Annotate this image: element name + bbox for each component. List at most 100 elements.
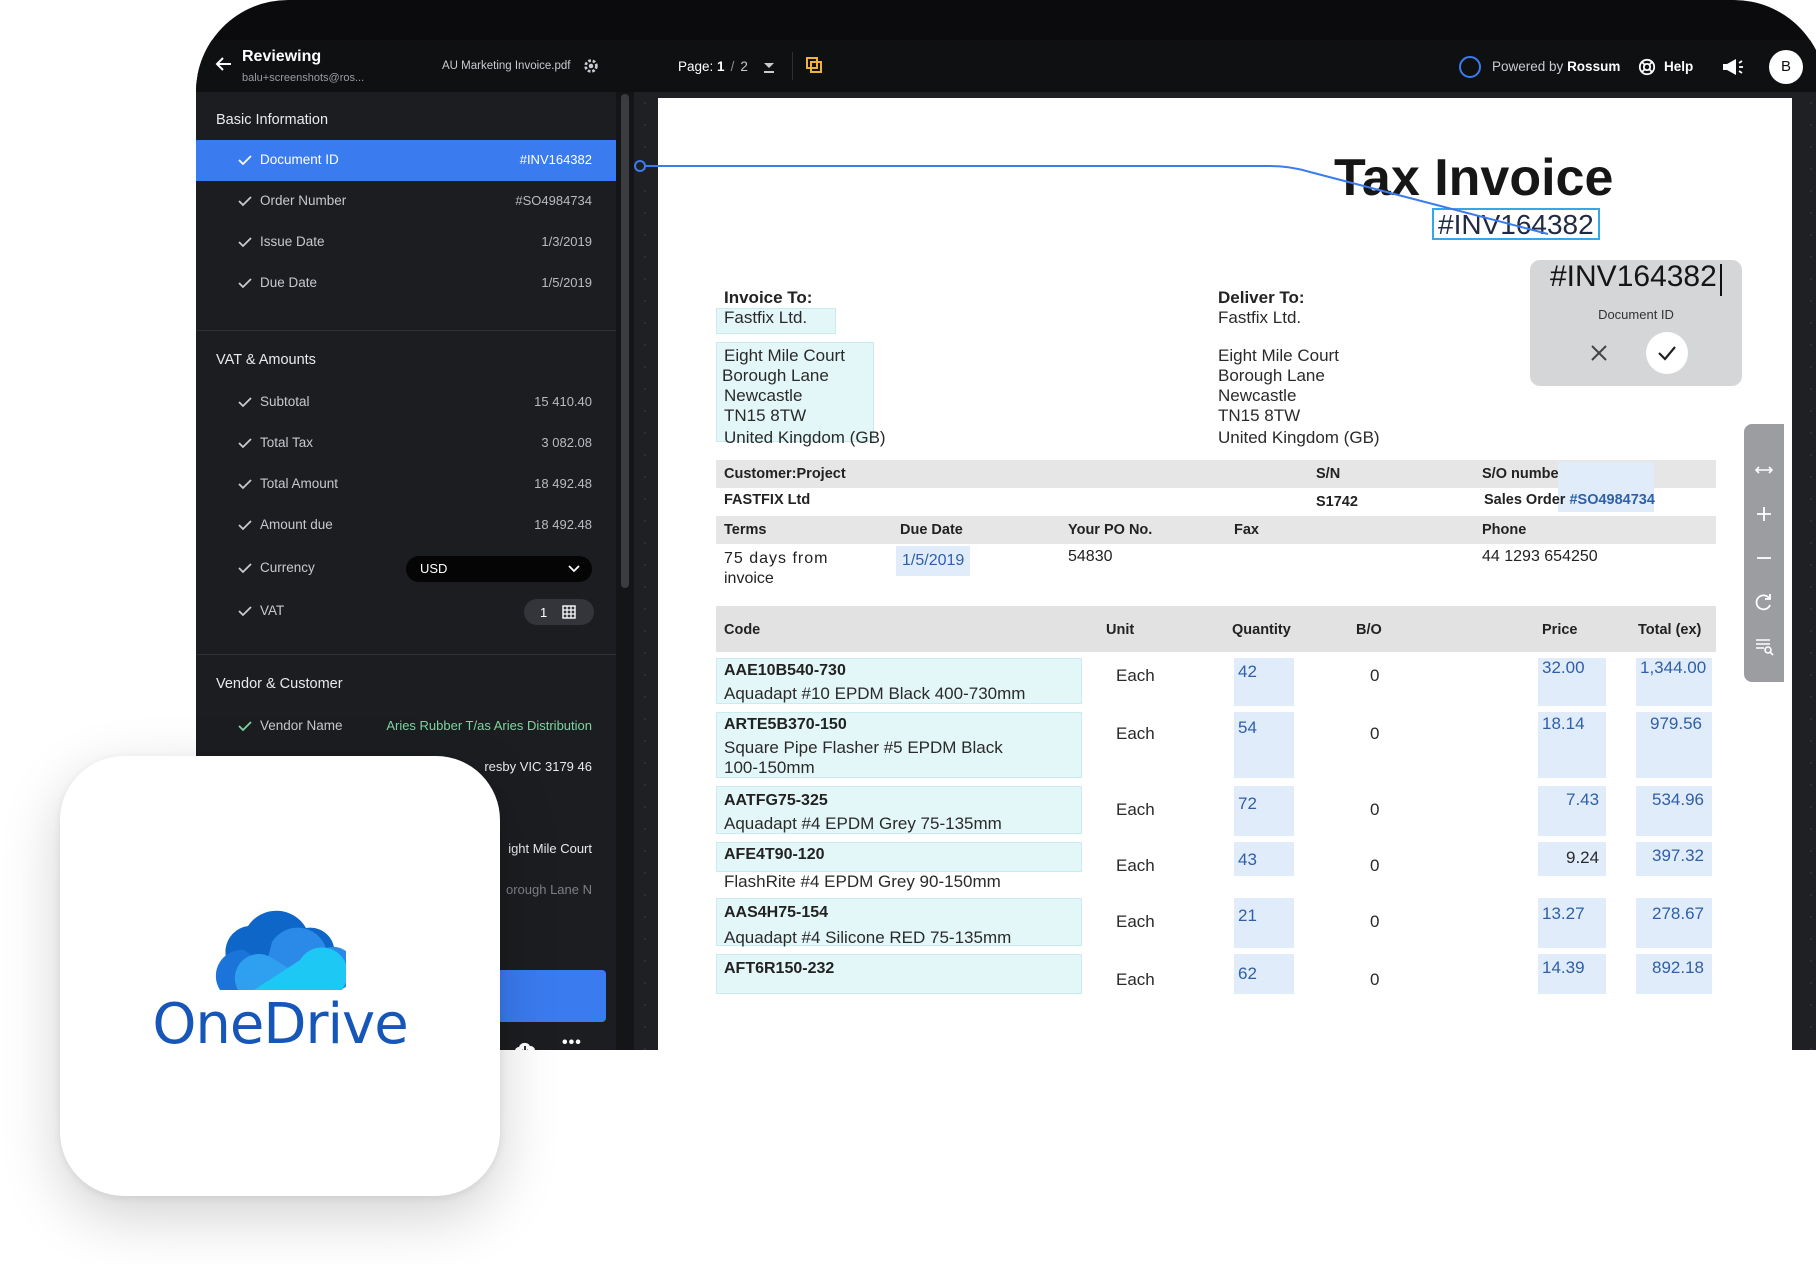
copy-icon[interactable]: [804, 55, 824, 75]
terms-value-line2: invoice: [724, 570, 774, 587]
item-price[interactable]: 13.27: [1542, 904, 1585, 924]
page-down-icon[interactable]: [762, 60, 776, 74]
field-document-id[interactable]: Document ID #INV164382: [196, 140, 616, 181]
item-desc-line2[interactable]: 100-150mm: [724, 758, 815, 778]
item-total[interactable]: 1,344.00: [1640, 658, 1706, 678]
invoice-to-line[interactable]: United Kingdom (GB): [724, 428, 886, 448]
item-price[interactable]: 32.00: [1542, 658, 1585, 678]
check-icon: [1658, 346, 1676, 361]
po-label: Your PO No.: [1068, 522, 1153, 538]
check-icon: [238, 520, 252, 531]
invoice-to-line[interactable]: TN15 8TW: [724, 406, 806, 426]
item-total[interactable]: 534.96: [1652, 790, 1704, 810]
popup-value-input[interactable]: #INV164382: [1550, 260, 1717, 294]
item-qty[interactable]: 54: [1238, 718, 1257, 738]
invoice-to-label: Invoice To:: [724, 288, 813, 307]
section-basic-information: Basic Information: [216, 112, 329, 128]
rotate-icon[interactable]: [1754, 592, 1774, 612]
field-due-date[interactable]: Due Date 1/5/2019: [196, 263, 616, 304]
item-code[interactable]: AFE4T90-120: [724, 846, 825, 864]
item-price[interactable]: 14.39: [1542, 958, 1585, 978]
item-total[interactable]: 278.67: [1652, 904, 1704, 924]
item-desc[interactable]: FlashRite #4 EPDM Grey 90-150mm: [724, 872, 1001, 892]
invoice-to-line[interactable]: Borough Lane: [722, 366, 829, 386]
field-edit-popup: #INV164382 Document ID: [1530, 260, 1742, 386]
search-text-icon[interactable]: [1754, 636, 1774, 656]
confirm-button[interactable]: [486, 970, 606, 1022]
field-vendor-name[interactable]: Vendor Name Aries Rubber T/as Aries Dist…: [196, 706, 616, 747]
deliver-to-line: Fastfix Ltd.: [1218, 308, 1302, 327]
section-divider: [196, 654, 616, 655]
check-icon: [238, 721, 252, 732]
powered-by: Powered by Rossum: [1492, 59, 1621, 74]
onedrive-logo-text: OneDrive: [152, 992, 408, 1057]
more-options-icon[interactable]: •••: [562, 1034, 582, 1050]
field-order-number[interactable]: Order Number #SO4984734: [196, 181, 616, 222]
field-subtotal[interactable]: Subtotal 15 410.40: [196, 382, 616, 423]
confirm-value-button[interactable]: [1646, 332, 1688, 374]
gear-icon[interactable]: [582, 57, 600, 75]
item-price[interactable]: 18.14: [1542, 714, 1585, 734]
viewer-tools: [1744, 424, 1784, 682]
section-vat-amounts: VAT & Amounts: [216, 352, 316, 368]
field-total-tax[interactable]: Total Tax 3 082.08: [196, 423, 616, 464]
field-amount-due[interactable]: Amount due 18 492.48: [196, 505, 616, 546]
megaphone-icon[interactable]: [1720, 56, 1744, 78]
invoice-to-line[interactable]: Newcastle: [724, 386, 802, 406]
item-qty[interactable]: 43: [1238, 850, 1257, 870]
so-number-label: S/O number: [1482, 466, 1565, 482]
item-bo: 0: [1370, 970, 1380, 989]
item-qty[interactable]: 62: [1238, 964, 1257, 984]
table-header-code: Code: [724, 622, 761, 638]
avatar[interactable]: B: [1769, 50, 1803, 84]
cloud-download-icon[interactable]: [514, 1040, 536, 1050]
zoom-out-icon[interactable]: [1754, 548, 1774, 568]
item-code[interactable]: AAS4H75-154: [724, 904, 828, 922]
sidebar-scrollbar[interactable]: [621, 94, 629, 588]
invoice-id-highlight[interactable]: #INV164382: [1432, 208, 1600, 240]
close-icon[interactable]: [1590, 344, 1608, 362]
fax-label: Fax: [1234, 522, 1259, 538]
vat-table-button[interactable]: 1: [524, 599, 594, 625]
page-title: Reviewing: [242, 48, 322, 65]
item-total[interactable]: 397.32: [1652, 846, 1704, 866]
sales-order-value[interactable]: Sales Order #SO4984734: [1484, 492, 1655, 508]
page-total: 2: [740, 59, 748, 74]
help-icon[interactable]: [1638, 58, 1656, 76]
item-price[interactable]: 7.43: [1566, 790, 1599, 810]
phone-value: 44 1293 654250: [1482, 548, 1598, 565]
back-arrow-icon[interactable]: [214, 54, 234, 74]
check-icon: [238, 397, 252, 408]
deliver-to-line: United Kingdom (GB): [1218, 428, 1380, 447]
item-code[interactable]: AFT6R150-232: [724, 960, 834, 978]
item-desc[interactable]: Aquadapt #4 Silicone RED 75-135mm: [724, 928, 1011, 948]
deliver-to-label: Deliver To:: [1218, 288, 1305, 307]
item-total[interactable]: 892.18: [1652, 958, 1704, 978]
item-qty[interactable]: 42: [1238, 662, 1257, 682]
invoice-to-line[interactable]: Fastfix Ltd.: [724, 308, 807, 328]
item-qty[interactable]: 21: [1238, 906, 1257, 926]
item-desc[interactable]: Square Pipe Flasher #5 EPDM Black: [724, 738, 1003, 758]
table-header-quantity: Quantity: [1232, 622, 1291, 638]
zoom-in-icon[interactable]: [1754, 504, 1774, 524]
item-code[interactable]: AATFG75-325: [724, 792, 828, 810]
field-issue-date[interactable]: Issue Date 1/3/2019: [196, 222, 616, 263]
due-date-value[interactable]: 1/5/2019: [902, 552, 964, 570]
field-total-amount[interactable]: Total Amount 18 492.48: [196, 464, 616, 505]
item-qty[interactable]: 72: [1238, 794, 1257, 814]
currency-select[interactable]: USD: [406, 556, 592, 582]
item-unit: Each: [1116, 800, 1155, 819]
item-desc[interactable]: Aquadapt #10 EPDM Black 400-730mm: [724, 684, 1025, 704]
item-desc[interactable]: Aquadapt #4 EPDM Grey 75-135mm: [724, 814, 1002, 834]
rossum-logo-icon: [1459, 56, 1481, 78]
item-code[interactable]: AAE10B540-730: [724, 662, 846, 680]
help-link[interactable]: Help: [1664, 59, 1693, 74]
chevron-down-icon: [568, 565, 580, 573]
item-price[interactable]: 9.24: [1566, 848, 1599, 868]
expand-horizontal-icon[interactable]: [1754, 460, 1774, 480]
toolbar-divider: [792, 52, 793, 80]
document-canvas: Tax Invoice #INV164382 Invoice To: Fastf…: [634, 92, 1816, 1050]
item-total[interactable]: 979.56: [1650, 714, 1702, 734]
invoice-to-line[interactable]: Eight Mile Court: [724, 346, 845, 366]
item-code[interactable]: ARTE5B370-150: [724, 716, 847, 734]
